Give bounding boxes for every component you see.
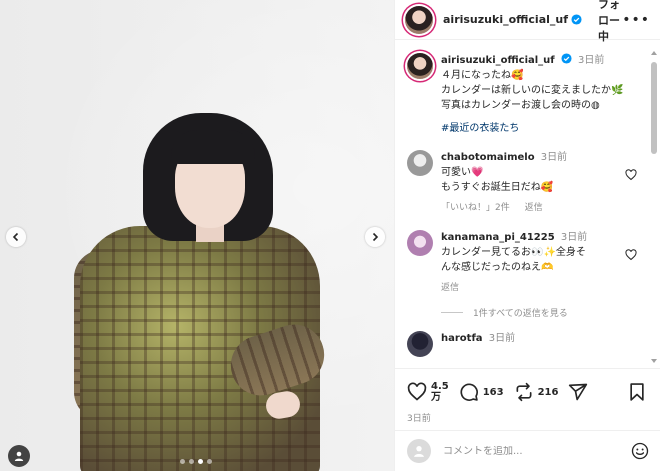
like-button[interactable]: 4.5 万: [407, 381, 449, 403]
post-sidebar: airisuzuki_official_uf フォロー中 ••• airisuz…: [394, 0, 660, 471]
comment-button[interactable]: 163: [459, 382, 504, 402]
chevron-right-icon: [372, 232, 379, 242]
chevron-left-icon: [12, 232, 19, 242]
post-viewer: airisuzuki_official_uf フォロー中 ••• airisuz…: [0, 0, 660, 471]
post-actions: 4.5 万 163 216 3日前: [395, 368, 660, 424]
share-icon: [569, 383, 588, 401]
comment-username[interactable]: chabotomaimelo: [441, 152, 535, 163]
heart-icon[interactable]: [625, 169, 637, 181]
comment-username[interactable]: kanamana_pi_41225: [441, 232, 555, 243]
comment-likes-link[interactable]: 「いいね！」2件: [441, 203, 510, 213]
view-replies-label: 1件すべての返信を見る: [473, 309, 568, 319]
previous-slide-button[interactable]: [6, 227, 26, 247]
caption-line: カレンダーは新しいのに変えましたか🌿: [441, 85, 624, 96]
comment-body: harotfa 3日前: [441, 331, 627, 357]
heart-icon: [407, 382, 427, 401]
post-header: airisuzuki_official_uf フォロー中 •••: [395, 0, 660, 43]
emoji-icon[interactable]: [631, 442, 649, 460]
view-replies-button[interactable]: 1件すべての返信を見る: [441, 306, 647, 319]
comment-username[interactable]: harotfa: [441, 333, 483, 344]
author-name-group: airisuzuki_official_uf: [443, 13, 582, 26]
comment-body: kanamana_pi_41225 3日前 カレンダー見てるお👀✨全身そ んな感…: [441, 230, 627, 296]
person-icon: [414, 445, 424, 457]
comment-meta: 返信: [441, 281, 627, 296]
next-slide-button[interactable]: [365, 227, 385, 247]
scroll-up-icon[interactable]: [650, 50, 658, 56]
slide-dot: [207, 459, 212, 464]
comments-list[interactable]: airisuzuki_official_uf 3日前 ４月になったね🥰 カレンダ…: [395, 41, 660, 367]
following-button[interactable]: フォロー中: [598, 0, 622, 44]
caption-avatar[interactable]: [407, 53, 433, 79]
likes-count[interactable]: 4.5 万: [431, 381, 449, 403]
author-avatar[interactable]: [405, 5, 433, 34]
comment-avatar[interactable]: [407, 150, 433, 176]
actions-row: 4.5 万 163 216: [407, 379, 649, 405]
comment-composer: [395, 430, 660, 471]
repost-button[interactable]: 216: [514, 382, 559, 402]
comment: chabotomaimelo 3日前 可愛い💗 もうすぐお誕生日だね🥰 「いいね…: [407, 150, 647, 216]
caption-hashtag[interactable]: #最近の衣装たち: [441, 121, 627, 136]
comment-time[interactable]: 3日前: [561, 232, 587, 243]
more-options-button[interactable]: •••: [622, 12, 650, 28]
caption-line: ４月になったね🥰: [441, 70, 524, 81]
comment: harotfa 3日前: [407, 331, 647, 357]
current-user-avatar: [407, 439, 431, 463]
heart-icon[interactable]: [625, 249, 637, 261]
slide-dot-active: [198, 459, 203, 464]
comment: kanamana_pi_41225 3日前 カレンダー見てるお👀✨全身そ んな感…: [407, 230, 647, 296]
slide-indicator: [180, 459, 212, 464]
tagged-users-button[interactable]: [8, 445, 30, 467]
scrollbar-thumb[interactable]: [651, 62, 657, 154]
verified-icon: [571, 14, 582, 25]
person-tag-icon: [14, 451, 24, 461]
comment-text: もうすぐお誕生日だね🥰: [441, 182, 554, 193]
share-button[interactable]: [568, 382, 588, 402]
author-username[interactable]: airisuzuki_official_uf: [443, 13, 568, 26]
comment-icon: [460, 383, 478, 401]
photo-figure-bangs: [171, 130, 255, 164]
verified-icon: [561, 53, 572, 64]
slide-dot: [189, 459, 194, 464]
reply-button[interactable]: 返信: [525, 203, 543, 213]
comment-body: chabotomaimelo 3日前 可愛い💗 もうすぐお誕生日だね🥰 「いいね…: [441, 150, 627, 216]
comment-avatar[interactable]: [407, 331, 433, 357]
caption-username[interactable]: airisuzuki_official_uf: [441, 55, 555, 66]
caption-body: airisuzuki_official_uf 3日前 ４月になったね🥰 カレンダ…: [441, 53, 627, 136]
comment-input[interactable]: [443, 445, 613, 457]
post-date[interactable]: 3日前: [407, 411, 649, 424]
post-photo[interactable]: [0, 0, 394, 471]
slide-dot: [180, 459, 185, 464]
view-replies-line: [441, 312, 463, 313]
comment-avatar[interactable]: [407, 230, 433, 256]
comment-text: カレンダー見てるお👀✨全身そ: [441, 247, 586, 258]
caption: airisuzuki_official_uf 3日前 ４月になったね🥰 カレンダ…: [407, 53, 647, 136]
comments-count: 163: [482, 386, 504, 398]
comment-text: 可愛い💗: [441, 167, 484, 178]
comment-text: んな感じだったのねえ🫶: [441, 262, 554, 273]
comments-scrollbar[interactable]: [650, 51, 658, 364]
reposts-count: 216: [537, 386, 559, 398]
caption-time[interactable]: 3日前: [578, 55, 604, 66]
caption-line: 写真はカレンダーお渡し会の時の◍: [441, 100, 600, 111]
comment-meta: 「いいね！」2件 返信: [441, 201, 627, 216]
likes-count-unit: 万: [431, 392, 441, 403]
likes-count-number: 4.5: [431, 381, 449, 392]
comment-time[interactable]: 3日前: [489, 333, 515, 344]
save-button[interactable]: [627, 382, 647, 402]
scroll-down-icon[interactable]: [650, 358, 658, 364]
reply-button[interactable]: 返信: [441, 283, 459, 293]
repost-icon: [516, 382, 532, 402]
comment-time[interactable]: 3日前: [541, 152, 567, 163]
bookmark-icon: [630, 383, 644, 401]
